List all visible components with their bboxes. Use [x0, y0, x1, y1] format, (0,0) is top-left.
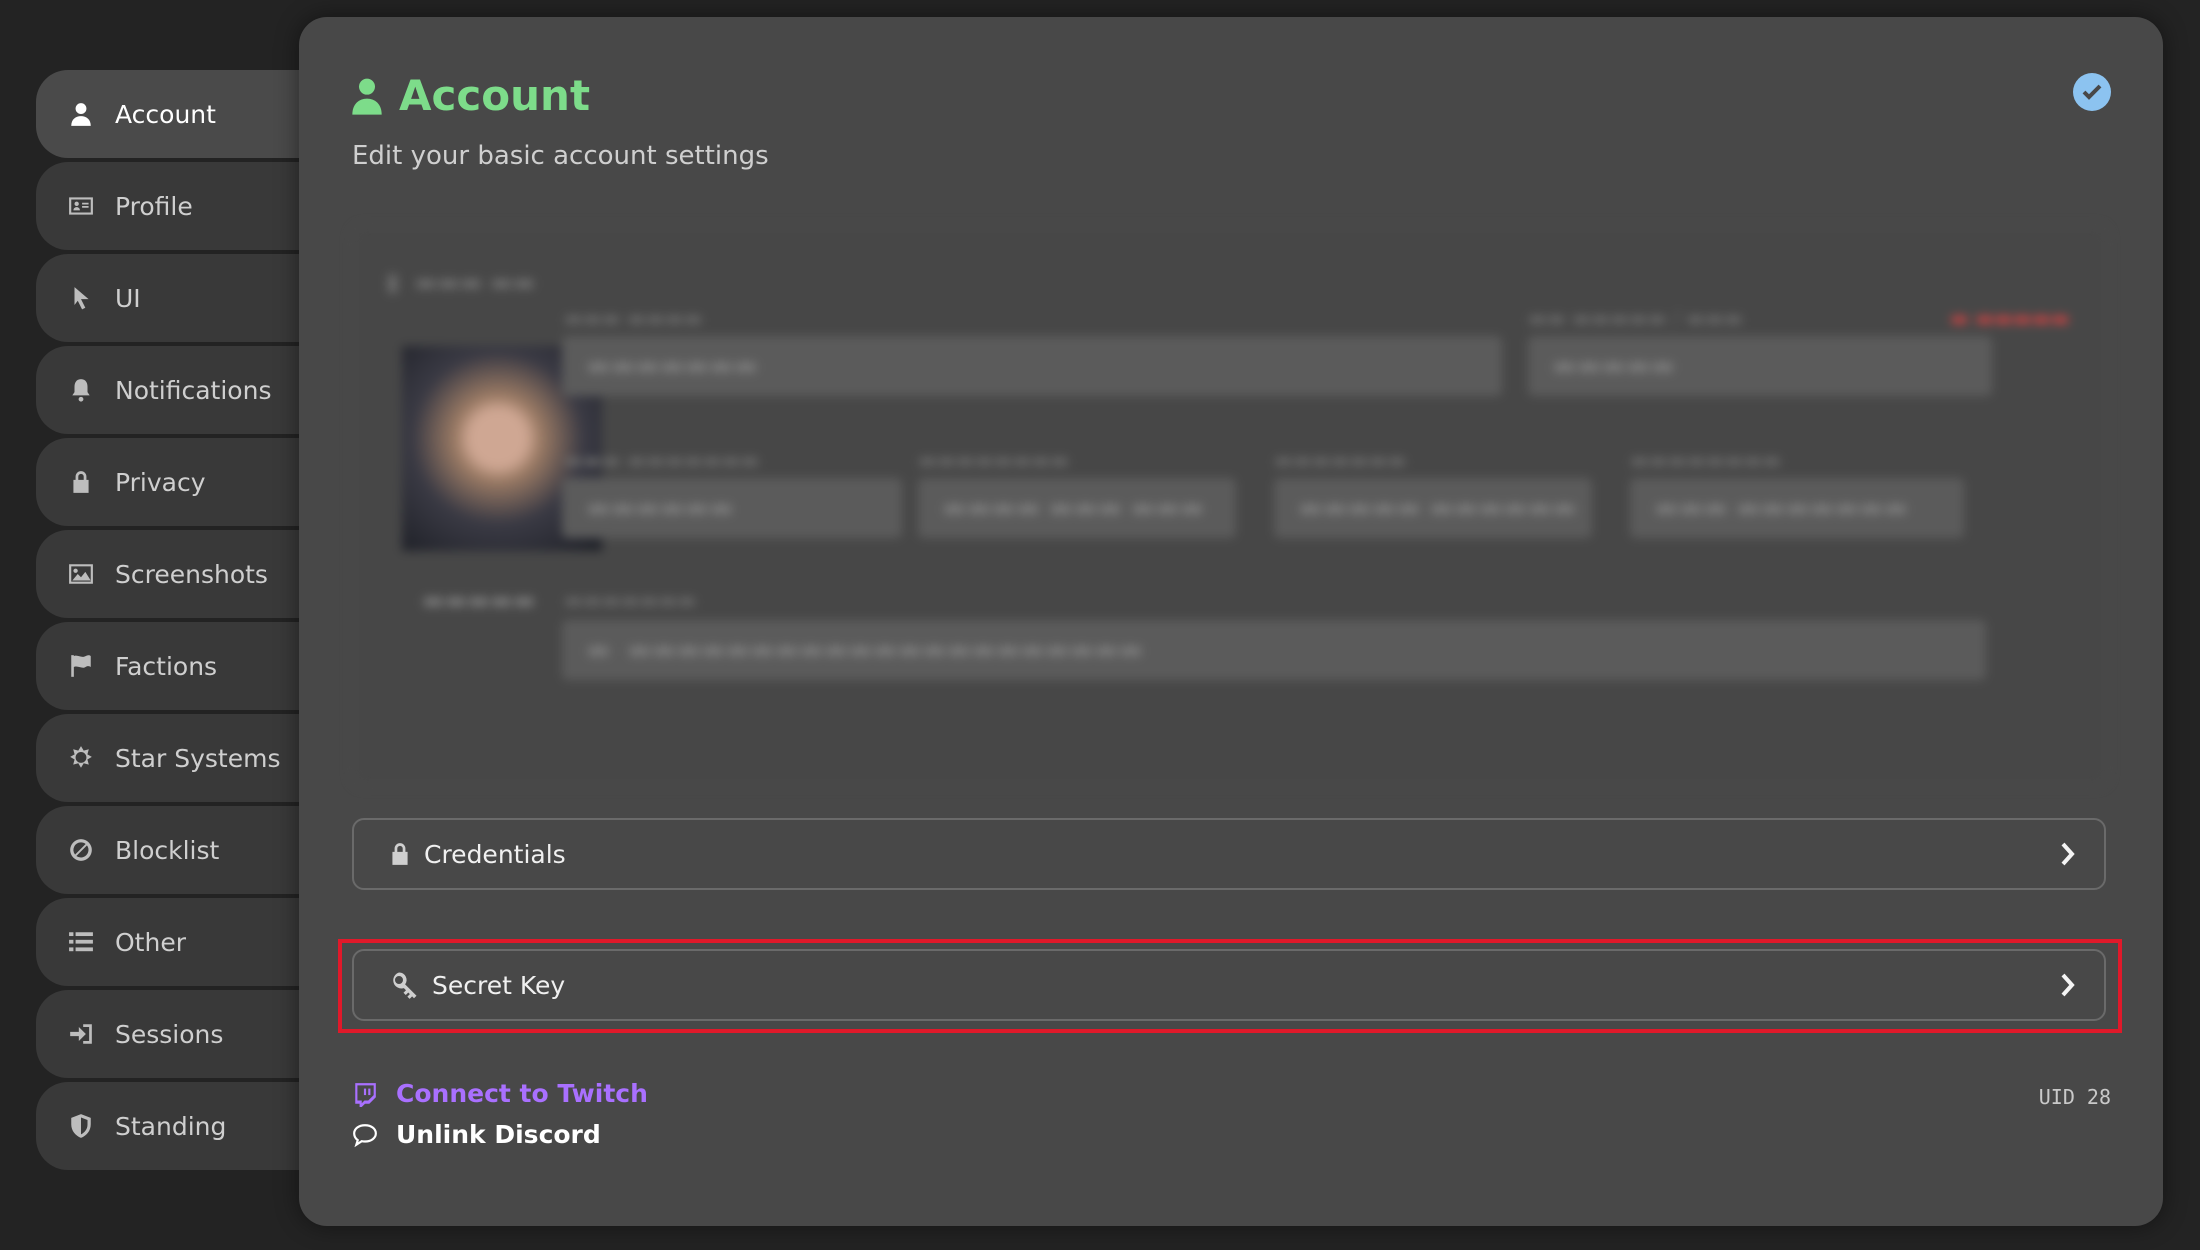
- sidebar-item-label: Notifications: [115, 375, 272, 405]
- field-blurred: ▬ ▬▬▬▬▬▬▬▬▬▬▬▬▬▬▬▬▬▬▬▬▬: [562, 620, 1986, 680]
- field-blurred: ▬▬▬▬▬▬: [562, 478, 902, 538]
- sidebar-item-screenshots[interactable]: Screenshots: [36, 530, 316, 618]
- settings-panel: Account Edit your basic account settings…: [299, 17, 2163, 1226]
- sidebar-item-privacy[interactable]: Privacy: [36, 438, 316, 526]
- lock-icon: [66, 467, 96, 497]
- settings-sidebar: Account Profile UI Notifications Privacy…: [36, 70, 316, 1174]
- sidebar-item-label: Account: [115, 99, 216, 129]
- avatar-remove-blurred: ▬▬▬▬▬: [422, 586, 536, 614]
- unlink-discord-link[interactable]: Unlink Discord: [352, 1120, 601, 1149]
- chat-bubble-icon: [353, 1123, 377, 1147]
- twitch-icon: [355, 1082, 376, 1107]
- change-link-blurred: ▬ ▬▬▬▬▬: [1950, 306, 2070, 330]
- secret-key-label: Secret Key: [432, 970, 566, 1000]
- page-subtitle: Edit your basic account settings: [352, 141, 769, 171]
- credentials-label: Credentials: [424, 839, 566, 869]
- field-blurred: ▬▬▬▬ ▬▬▬ ▬▬▬: [918, 478, 1236, 538]
- field-label-blurred: ▬▬▬▬▬▬▬▬: [918, 448, 1070, 472]
- page-header: Account: [351, 71, 590, 120]
- key-icon: [389, 970, 419, 1000]
- section-header-blurred: ▮ ▬▬▬ ▬▬: [386, 268, 536, 296]
- sidebar-item-label: Profile: [115, 191, 193, 221]
- field-blurred: ▬▬▬▬▬: [1528, 336, 1992, 396]
- field-blurred: ▬▬▬ ▬▬▬▬▬▬▬: [1630, 478, 1964, 538]
- connect-twitch-label: Connect to Twitch: [396, 1079, 648, 1108]
- unlink-discord-label: Unlink Discord: [396, 1120, 601, 1149]
- sidebar-item-standing[interactable]: Standing: [36, 1082, 316, 1170]
- field-label-blurred: ▬▬▬ ▬▬▬▬: [564, 306, 703, 330]
- image-icon: [66, 559, 96, 589]
- sidebar-item-label: Other: [115, 927, 186, 957]
- sidebar-item-label: Star Systems: [115, 743, 281, 773]
- sidebar-item-profile[interactable]: Profile: [36, 162, 316, 250]
- flag-icon: [66, 651, 96, 681]
- cursor-icon: [66, 283, 96, 313]
- sidebar-item-factions[interactable]: Factions: [36, 622, 316, 710]
- sidebar-item-label: Factions: [115, 651, 218, 681]
- field-blurred: ▬▬▬▬▬ ▬▬▬▬▬▬: [1274, 478, 1592, 538]
- user-id: UID 28: [2038, 1085, 2111, 1109]
- sidebar-item-label: Privacy: [115, 467, 206, 497]
- sun-icon: [66, 743, 96, 773]
- field-label-blurred: ▬▬ ▬▬▬▬▬ / ▬▬▬: [1528, 306, 1743, 330]
- field-label-blurred: ▬▬▬▬▬▬▬▬: [1630, 448, 1782, 472]
- sidebar-item-sessions[interactable]: Sessions: [36, 990, 316, 1078]
- bell-icon: [66, 375, 96, 405]
- credentials-row[interactable]: Credentials: [352, 818, 2106, 890]
- id-card-icon: [66, 191, 96, 221]
- list-icon: [66, 927, 96, 957]
- field-label-blurred: ▬▬▬▬▬▬▬: [564, 588, 697, 612]
- field-blurred: ▬▬▬▬▬▬▬: [562, 336, 1502, 396]
- check-circle-icon: [2073, 73, 2111, 111]
- sidebar-item-account[interactable]: Account: [36, 70, 316, 158]
- connect-twitch-link[interactable]: Connect to Twitch: [352, 1079, 648, 1108]
- sidebar-item-label: UI: [115, 283, 141, 313]
- user-icon: [66, 99, 96, 129]
- secret-key-row[interactable]: Secret Key: [352, 949, 2106, 1021]
- sidebar-item-blocklist[interactable]: Blocklist: [36, 806, 316, 894]
- sidebar-item-other[interactable]: Other: [36, 898, 316, 986]
- sidebar-item-label: Blocklist: [115, 835, 220, 865]
- sidebar-item-star-systems[interactable]: Star Systems: [36, 714, 316, 802]
- sidebar-item-ui[interactable]: UI: [36, 254, 316, 342]
- sidebar-item-label: Standing: [115, 1111, 227, 1141]
- page-title: Account: [399, 71, 591, 120]
- sidebar-item-label: Sessions: [115, 1019, 224, 1049]
- sidebar-item-notifications[interactable]: Notifications: [36, 346, 316, 434]
- chevron-right-icon: [2058, 972, 2078, 998]
- about-you-section-blurred: ▮ ▬▬▬ ▬▬ ▬▬▬▬▬ ▬▬▬ ▬▬▬▬ ▬▬▬▬▬▬▬ ▬▬ ▬▬▬▬▬…: [351, 225, 2109, 787]
- lock-icon: [387, 841, 413, 867]
- sign-in-icon: [66, 1019, 96, 1049]
- user-icon: [352, 78, 382, 115]
- field-label-blurred: ▬▬▬ ▬▬▬▬▬▬▬: [564, 448, 760, 472]
- sidebar-item-label: Screenshots: [115, 559, 268, 589]
- field-label-blurred: ▬▬▬▬▬▬▬: [1274, 448, 1407, 472]
- chevron-right-icon: [2058, 841, 2078, 867]
- shield-icon: [66, 1111, 96, 1141]
- ban-icon: [66, 835, 96, 865]
